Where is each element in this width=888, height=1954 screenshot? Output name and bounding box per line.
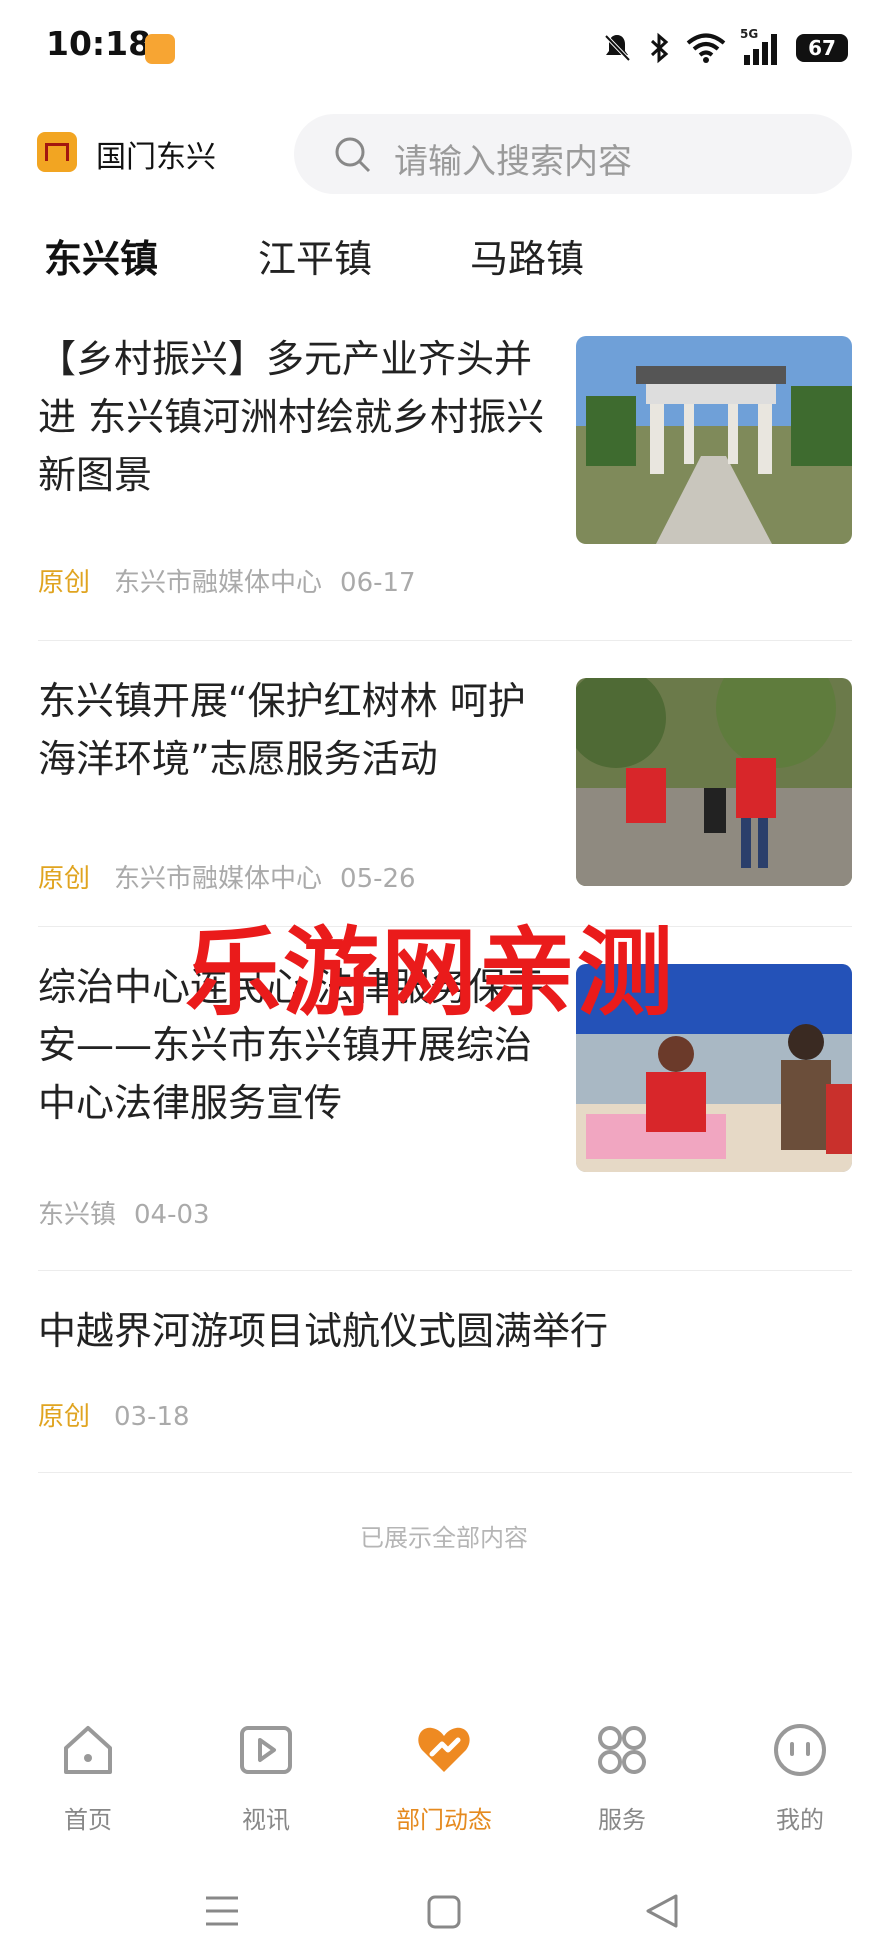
tab-dongxing[interactable]: 东兴镇 [44,228,158,283]
article-meta: 原创 03-18 [38,1396,190,1433]
nav-label: 服务 [598,1806,646,1834]
town-tabs: 东兴镇 江平镇 马路镇 [0,228,888,288]
article-thumbnail [576,336,852,544]
notification-app-icon [145,34,175,64]
face-icon [774,1724,826,1776]
nav-item-department-news[interactable]: 部门动态 [374,1700,514,1835]
back-icon[interactable] [644,1892,680,1930]
bottom-nav: 首页 视讯 部门动态 服务 我的 [0,1700,888,1840]
article-date: 04-03 [134,1200,210,1230]
nav-item-home[interactable]: 首页 [18,1700,158,1835]
search-bar[interactable]: 请输入搜索内容 [294,114,852,194]
nav-label: 我的 [776,1806,824,1834]
mute-bell-icon [604,34,631,62]
heart-icon [418,1727,470,1772]
article-title: 【乡村振兴】多元产业齐头并进 东兴镇河洲村绘就乡村振兴新图景 [38,337,545,497]
search-icon [335,137,371,173]
cellular-signal-icon: 5G [740,27,782,65]
original-tag: 原创 [38,1402,91,1432]
app-logo-icon [37,132,77,172]
article-source: 东兴市融媒体中心 [114,568,323,598]
article-item[interactable]: 中越界河游项目试航仪式圆满举行 原创 03-18 [38,1302,852,1473]
article-meta: 东兴镇 04-03 [38,1194,210,1231]
article-source: 东兴镇 [38,1200,117,1230]
original-tag: 原创 [38,568,91,598]
status-bar: 10:18 5G 67 [0,0,888,100]
article-meta: 原创 东兴市融媒体中心 06-17 [38,562,416,599]
nav-label: 首页 [64,1806,112,1834]
wifi-icon [686,33,726,63]
article-date: 05-26 [340,864,416,894]
article-thumbnail [576,678,852,886]
article-meta: 原创 东兴市融媒体中心 05-26 [38,858,416,895]
status-icons: 5G 67 [602,27,848,66]
app-name: 国门东兴 [96,140,216,175]
article-title: 东兴镇开展“保护红树林 呵护海洋环境”志愿服务活动 [38,679,526,781]
status-time: 10:18 [46,24,152,63]
bluetooth-icon [650,32,669,64]
network-type: 5G [740,27,759,41]
nav-item-video[interactable]: 视讯 [196,1700,336,1835]
grid-icon [598,1726,646,1774]
article-item[interactable]: 东兴镇开展“保护红树林 呵护海洋环境”志愿服务活动 原创 东兴市融媒体中心 05-2… [38,672,852,927]
article-item[interactable]: 【乡村振兴】多元产业齐头并进 东兴镇河洲村绘就乡村振兴新图景 原创 东兴市融媒体中… [38,330,852,641]
nav-item-services[interactable]: 服务 [552,1700,692,1835]
article-title: 中越界河游项目试航仪式圆满举行 [38,1309,609,1353]
video-icon [240,1726,292,1774]
menu-icon[interactable] [204,1894,240,1928]
home-icon [64,1726,112,1774]
original-tag: 原创 [38,864,91,894]
watermark-text: 乐游网亲测 [185,917,675,1029]
home-square-icon[interactable] [426,1894,462,1930]
nav-item-me[interactable]: 我的 [730,1700,870,1835]
tab-jiangping[interactable]: 江平镇 [258,228,372,283]
article-date: 06-17 [340,568,416,598]
battery-indicator: 67 [796,34,848,62]
article-source: 东兴市融媒体中心 [114,864,323,894]
search-placeholder: 请输入搜索内容 [394,142,632,182]
end-of-list-note: 已展示全部内容 [360,1524,528,1552]
nav-label: 部门动态 [396,1806,492,1834]
nav-label: 视讯 [242,1806,290,1834]
article-date: 03-18 [114,1402,190,1432]
system-nav-bar [0,1870,888,1954]
tab-malu[interactable]: 马路镇 [470,228,584,283]
app-header: 国门东兴 请输入搜索内容 [0,110,888,200]
